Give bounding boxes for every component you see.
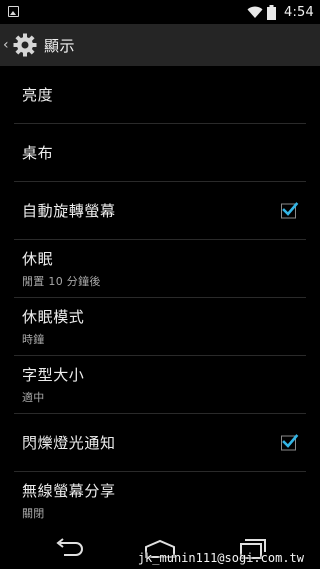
status-icons: 4:54 bbox=[247, 3, 314, 21]
image-notification-icon bbox=[8, 6, 19, 17]
auto-rotate-checkbox[interactable] bbox=[281, 201, 299, 218]
setting-title: 無線螢幕分享 bbox=[22, 482, 116, 500]
setting-auto-rotate[interactable]: 自動旋轉螢幕 bbox=[0, 182, 320, 239]
wifi-icon bbox=[247, 6, 263, 18]
setting-title: 休眠模式 bbox=[22, 308, 85, 326]
setting-title: 亮度 bbox=[22, 86, 54, 104]
setting-sleep[interactable]: 休眠 閒置 10 分鐘後 bbox=[0, 240, 320, 297]
setting-font-size[interactable]: 字型大小 適中 bbox=[0, 356, 320, 413]
setting-wallpaper[interactable]: 桌布 bbox=[0, 124, 320, 181]
up-arrow-icon[interactable]: ‹ bbox=[3, 24, 11, 66]
settings-gear-icon[interactable] bbox=[12, 32, 38, 58]
setting-summary: 關閉 bbox=[22, 507, 45, 520]
setting-summary: 適中 bbox=[22, 391, 45, 404]
action-bar: ‹ 顯示 bbox=[0, 24, 320, 66]
navigation-bar: jk_munin111@sogi.com.tw bbox=[0, 529, 320, 569]
battery-icon bbox=[267, 4, 276, 20]
checkmark-icon bbox=[282, 201, 299, 216]
watermark-text: jk_munin111@sogi.com.tw bbox=[137, 551, 304, 565]
setting-title: 自動旋轉螢幕 bbox=[22, 202, 116, 220]
setting-summary: 閒置 10 分鐘後 bbox=[22, 275, 101, 288]
status-bar: 4:54 bbox=[0, 0, 320, 24]
setting-title: 閃爍燈光通知 bbox=[22, 434, 116, 452]
page-title: 顯示 bbox=[44, 36, 76, 55]
back-icon[interactable] bbox=[52, 537, 88, 559]
setting-summary: 時鐘 bbox=[22, 333, 45, 346]
clock-time: 4:54 bbox=[284, 4, 314, 20]
setting-pulse-notification-light[interactable]: 閃爍燈光通知 bbox=[0, 414, 320, 471]
setting-title: 休眠 bbox=[22, 250, 54, 268]
setting-brightness[interactable]: 亮度 bbox=[0, 66, 320, 123]
checkmark-icon bbox=[282, 433, 299, 448]
setting-title: 字型大小 bbox=[22, 366, 85, 384]
setting-title: 桌布 bbox=[22, 144, 54, 162]
notification-light-checkbox[interactable] bbox=[281, 433, 299, 450]
setting-cast-screen[interactable]: 無線螢幕分享 關閉 bbox=[0, 472, 320, 529]
setting-daydream[interactable]: 休眠模式 時鐘 bbox=[0, 298, 320, 355]
settings-list: 亮度 桌布 自動旋轉螢幕 休眠 閒置 10 分鐘後 休眠模式 時鐘 字型大小 適… bbox=[0, 66, 320, 529]
